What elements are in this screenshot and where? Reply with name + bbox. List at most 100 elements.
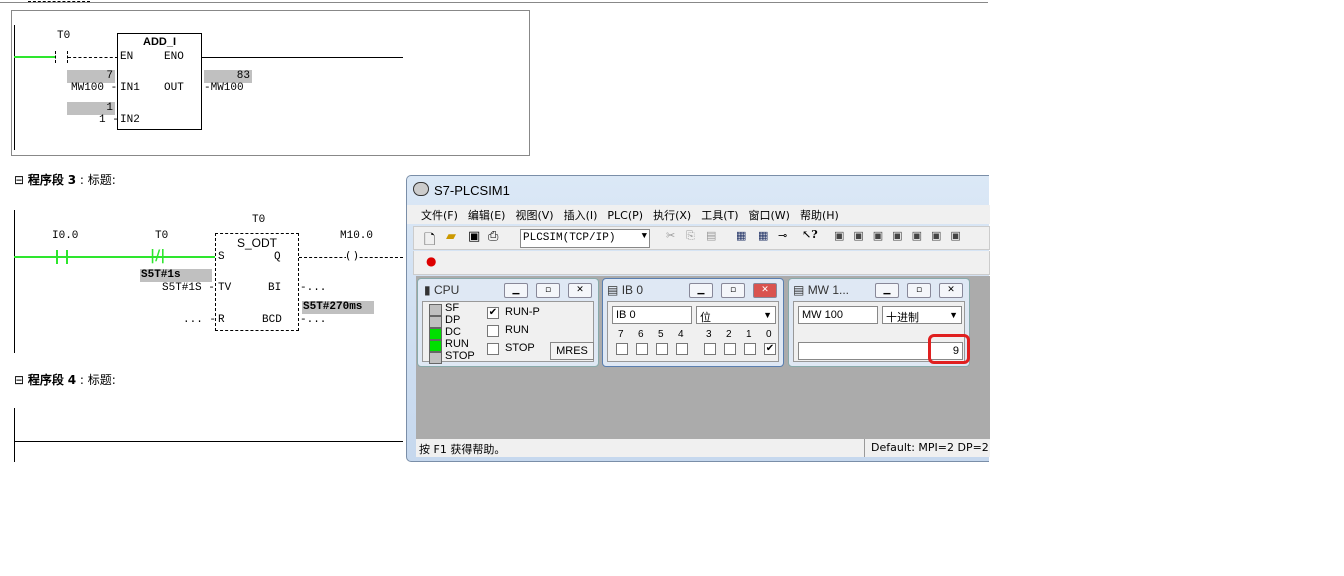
coil-icon[interactable]: ( ) <box>346 249 359 262</box>
menu-help[interactable]: 帮助(H) <box>800 209 839 222</box>
in1-operand[interactable]: MW100 - <box>71 82 117 94</box>
menu-tools[interactable]: 工具(T) <box>701 209 738 222</box>
bit-1-checkbox[interactable] <box>744 343 756 355</box>
contact1-no[interactable] <box>56 250 58 264</box>
bit-5-checkbox[interactable] <box>656 343 668 355</box>
pin-in1: IN1 <box>120 82 140 94</box>
close-button[interactable]: ✕ <box>568 283 592 298</box>
cpu-icon: ▮ <box>424 283 431 297</box>
collapse-icon[interactable]: ⊟ <box>14 173 24 187</box>
ib-format-select[interactable]: 位 ▼ <box>696 306 776 324</box>
open-icon[interactable]: ▰ <box>446 229 456 244</box>
network-number: 4 <box>67 373 77 387</box>
minimize-button[interactable]: ▁ <box>875 283 899 298</box>
bit-6-checkbox[interactable] <box>636 343 648 355</box>
menu-view[interactable]: 视图(V) <box>515 209 553 222</box>
menu-execute[interactable]: 执行(X) <box>653 209 691 222</box>
cpu-title-text: CPU <box>433 283 460 297</box>
maximize-button[interactable]: ▫ <box>721 283 745 298</box>
bit-label: 3 <box>706 329 712 340</box>
contact2-nc[interactable]: |/| <box>150 248 165 264</box>
minimize-button[interactable]: ▁ <box>504 283 528 298</box>
contact-label: T0 <box>57 30 71 42</box>
chevron-down-icon: ▼ <box>763 310 772 320</box>
mw-address-input[interactable]: MW 100 <box>798 306 878 324</box>
pin-r: R <box>218 314 225 326</box>
bit-0-checkbox[interactable]: ✔ <box>764 343 776 355</box>
ib-address-input[interactable]: IB 0 <box>612 306 692 324</box>
bit-label: 0 <box>766 329 772 340</box>
dotted-mark <box>28 1 90 2</box>
wire <box>68 57 118 58</box>
bit-4-checkbox[interactable] <box>676 343 688 355</box>
menu-file[interactable]: 文件(F) <box>421 209 458 222</box>
mw-window[interactable]: ▤ MW 1... ▁ ▫ ✕ MW 100 十进制 ▼ 9 <box>788 278 970 367</box>
status-bar: 按 F1 获得帮助。 Default: MPI=2 DP=2 <box>416 439 990 457</box>
bcd-operand[interactable]: -... <box>300 314 326 326</box>
pin-icon[interactable]: ⊸ <box>778 229 787 242</box>
contact-left[interactable] <box>55 51 56 63</box>
stop-checkbox[interactable] <box>487 343 499 355</box>
copy-icon[interactable]: ⎘ <box>686 229 695 243</box>
pin-out: OUT <box>164 82 184 94</box>
timer-label: T0 <box>252 214 266 226</box>
paste-icon[interactable]: ▤ <box>706 229 716 242</box>
new-icon[interactable]: 🗋 <box>424 229 435 253</box>
run-checkbox[interactable] <box>487 325 499 337</box>
maximize-button[interactable]: ▫ <box>536 283 560 298</box>
led-labels: SF DP DC RUN STOP <box>445 302 475 362</box>
mw-format-select[interactable]: 十进制 ▼ <box>882 306 962 324</box>
print-icon[interactable]: ⎙ <box>488 229 498 244</box>
mdi-area: ▮ CPU ▁ ▫ ✕ SF DP DC RUN STOP ✔ RUN-P RUN STOP … <box>416 276 990 439</box>
tv-operand[interactable]: S5T#1S - <box>162 282 215 294</box>
mres-button[interactable]: MRES <box>550 342 594 360</box>
stop-label: STOP <box>505 342 535 354</box>
empty-rung <box>14 441 403 442</box>
block-name: S_ODT <box>237 236 278 250</box>
toolbar: 🗋 ▰ ▣ ⎙ PLCSIM(TCP/IP) ▼ ✂ ⎘ ▤ ▦ ▦ ⊸ ↖? ▣… <box>413 226 990 250</box>
close-button[interactable]: ✕ <box>753 283 777 298</box>
close-button[interactable]: ✕ <box>939 283 963 298</box>
record-icon[interactable]: ● <box>426 254 436 268</box>
bit-label: 1 <box>746 329 752 340</box>
mw-title-text: MW 1... <box>807 283 850 297</box>
connection-select[interactable]: PLCSIM(TCP/IP) ▼ <box>520 229 650 248</box>
cascade-icon[interactable]: ▦ <box>736 229 746 242</box>
r-operand[interactable]: ... - <box>183 314 216 326</box>
pin-q: Q <box>274 251 281 263</box>
contact1-no[interactable] <box>66 250 68 264</box>
collapse-icon[interactable]: ⊟ <box>14 373 24 387</box>
out-operand[interactable]: -MW100 <box>204 82 244 94</box>
table-icon: ▤ <box>607 283 619 297</box>
maximize-button[interactable]: ▫ <box>907 283 931 298</box>
insert-tools-icons[interactable]: ▣▣▣▣▣▣▣ <box>834 229 970 242</box>
save-icon[interactable]: ▣ <box>468 229 480 244</box>
network4-header[interactable]: ⊟ 程序段 4 : 标题: <box>14 371 116 388</box>
context-help-icon[interactable]: ↖? <box>802 228 818 241</box>
minimize-button[interactable]: ▁ <box>689 283 713 298</box>
plcsim-window[interactable]: S7-PLCSIM1 文件(F) 编辑(E) 视图(V) 插入(I) PLC(P) 执行(… <box>406 175 990 462</box>
window-title: S7-PLCSIM1 <box>434 183 510 198</box>
tv-status-value: S5T#1s <box>140 269 212 282</box>
menu-insert[interactable]: 插入(I) <box>564 209 598 222</box>
menu-plc[interactable]: PLC(P) <box>607 209 643 222</box>
bit-2-checkbox[interactable] <box>724 343 736 355</box>
tile-icon[interactable]: ▦ <box>758 229 768 242</box>
bit-7-checkbox[interactable] <box>616 343 628 355</box>
network-label: 程序段 <box>27 173 64 187</box>
table-icon: ▤ <box>793 283 805 297</box>
contact1-label: I0.0 <box>52 230 79 242</box>
menu-edit[interactable]: 编辑(E) <box>468 209 506 222</box>
ib-window[interactable]: ▤ IB 0 ▁ ▫ ✕ IB 0 位 ▼ 7 6 5 4 3 2 1 0 ✔ <box>602 278 784 367</box>
cpu-window[interactable]: ▮ CPU ▁ ▫ ✕ SF DP DC RUN STOP ✔ RUN-P RUN STOP … <box>417 278 599 367</box>
run-p-checkbox[interactable]: ✔ <box>487 307 499 319</box>
menu-window[interactable]: 窗口(W) <box>749 209 790 222</box>
coil-label: M10.0 <box>340 230 374 242</box>
in2-operand[interactable]: 1 - <box>99 114 119 126</box>
cut-icon[interactable]: ✂ <box>666 229 675 242</box>
chevron-down-icon: ▼ <box>641 231 647 241</box>
led-run <box>429 340 442 352</box>
network3-header[interactable]: ⊟ 程序段 3 : 标题: <box>14 171 116 188</box>
bit-3-checkbox[interactable] <box>704 343 716 355</box>
bi-operand[interactable]: -... <box>300 282 326 294</box>
